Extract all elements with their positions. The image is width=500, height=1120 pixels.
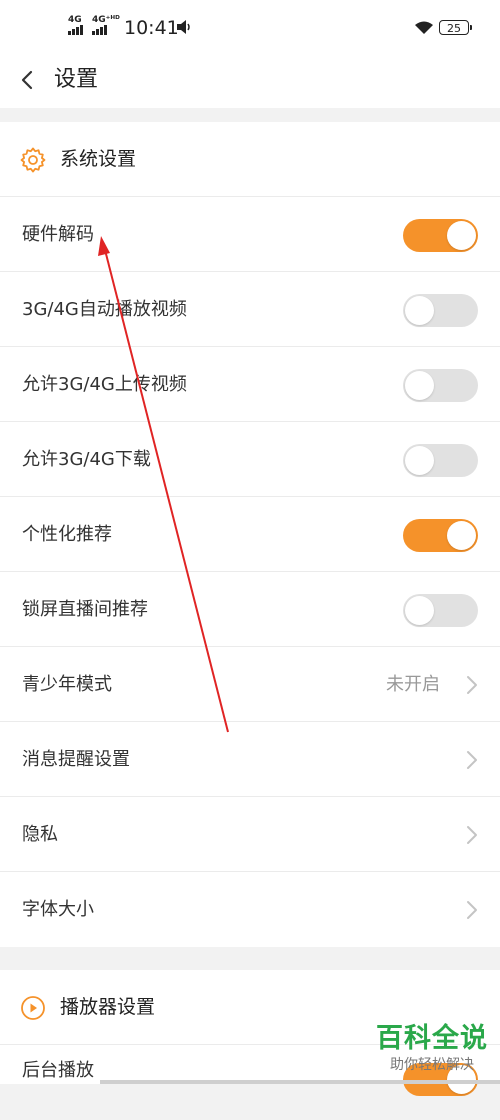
row-label: 青少年模式 bbox=[22, 674, 112, 695]
page-title: 设置 bbox=[54, 67, 99, 92]
setting-row-hardware-decode[interactable]: 硬件解码 bbox=[0, 197, 500, 272]
watermark-logo: 百科全说 助你轻松解决 bbox=[372, 1022, 492, 1074]
setting-row-personalized-recommend[interactable]: 个性化推荐 bbox=[0, 497, 500, 572]
signal-network-label: 4G bbox=[68, 15, 82, 25]
setting-row-upload-video[interactable]: 允许3G/4G上传视频 bbox=[0, 347, 500, 422]
youth-mode-status: 未开启 bbox=[386, 674, 440, 695]
gear-icon bbox=[20, 147, 46, 173]
signal-strength-icon: 4G bbox=[68, 16, 83, 35]
row-label: 锁屏直播间推荐 bbox=[22, 599, 148, 620]
download-toggle[interactable] bbox=[403, 444, 478, 477]
section-title-system: 系统设置 bbox=[60, 148, 137, 170]
row-label: 3G/4G自动播放视频 bbox=[22, 299, 187, 320]
nav-bar: 设置 bbox=[0, 54, 500, 108]
setting-row-autoplay-video[interactable]: 3G/4G自动播放视频 bbox=[0, 272, 500, 347]
status-bar: 4G 4G⁺ᴴᴰ 10:41 25 bbox=[0, 0, 500, 54]
chevron-right-icon bbox=[467, 676, 477, 694]
row-label: 允许3G/4G上传视频 bbox=[22, 374, 187, 395]
row-label: 字体大小 bbox=[22, 899, 94, 920]
autoplay-video-toggle[interactable] bbox=[403, 294, 478, 327]
setting-row-download[interactable]: 允许3G/4G下载 bbox=[0, 422, 500, 497]
upload-video-toggle[interactable] bbox=[403, 369, 478, 402]
status-time: 10:41 bbox=[124, 17, 179, 39]
row-label: 硬件解码 bbox=[22, 224, 94, 245]
battery-icon: 25 bbox=[439, 20, 472, 35]
personalized-recommend-toggle[interactable] bbox=[403, 519, 478, 552]
row-label: 消息提醒设置 bbox=[22, 749, 130, 770]
wifi-icon bbox=[415, 21, 433, 34]
setting-row-lockscreen-live[interactable]: 锁屏直播间推荐 bbox=[0, 572, 500, 647]
setting-row-notifications[interactable]: 消息提醒设置 bbox=[0, 722, 500, 797]
system-settings-header: 系统设置 bbox=[0, 122, 500, 197]
setting-row-privacy[interactable]: 隐私 bbox=[0, 797, 500, 872]
watermark-title: 百科全说 bbox=[376, 1023, 488, 1054]
signal-strength-icon-2: 4G⁺ᴴᴰ bbox=[92, 16, 120, 35]
row-label: 个性化推荐 bbox=[22, 524, 112, 545]
signal-network-label-2: 4G⁺ᴴᴰ bbox=[92, 15, 120, 25]
row-label: 允许3G/4G下载 bbox=[22, 449, 151, 470]
row-label: 隐私 bbox=[22, 824, 58, 845]
chevron-right-icon bbox=[467, 826, 477, 844]
play-circle-icon bbox=[21, 996, 45, 1020]
battery-level: 25 bbox=[447, 22, 461, 35]
hardware-decode-toggle[interactable] bbox=[403, 219, 478, 252]
lockscreen-live-toggle[interactable] bbox=[403, 594, 478, 627]
row-label: 后台播放 bbox=[22, 1060, 94, 1081]
chevron-right-icon bbox=[467, 751, 477, 769]
watermark-subtitle: 助你轻松解决 bbox=[390, 1057, 474, 1073]
chevron-right-icon bbox=[467, 901, 477, 919]
setting-row-font-size[interactable]: 字体大小 bbox=[0, 872, 500, 947]
section-title-player: 播放器设置 bbox=[60, 996, 156, 1018]
speaker-icon bbox=[177, 20, 190, 34]
bottom-bar-strip bbox=[100, 1080, 500, 1084]
back-arrow-icon[interactable] bbox=[18, 68, 38, 92]
setting-row-youth-mode[interactable]: 青少年模式 未开启 bbox=[0, 647, 500, 722]
system-settings-section: 系统设置 硬件解码 3G/4G自动播放视频 允许3G/4G上传视频 允许3G/4… bbox=[0, 122, 500, 947]
